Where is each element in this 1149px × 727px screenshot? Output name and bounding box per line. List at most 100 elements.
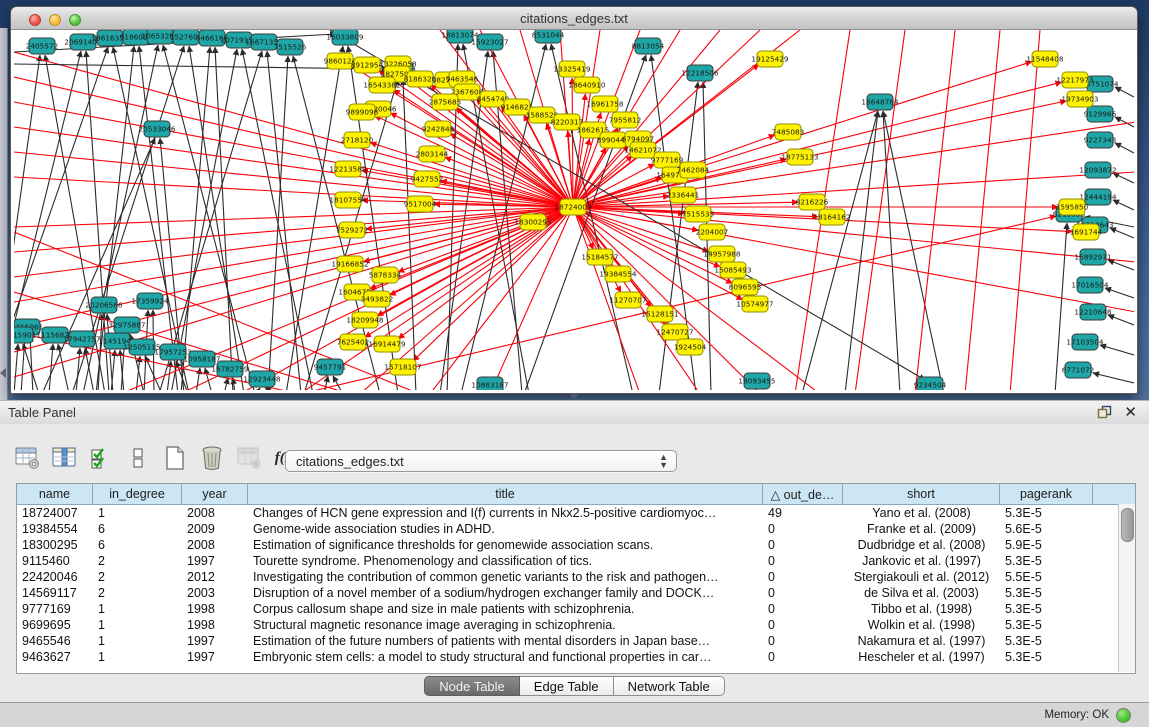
citation-edge-black[interactable]	[215, 47, 233, 390]
graph-node[interactable]: 18640910	[568, 77, 605, 93]
table-cell[interactable]: 5.3E-5	[1000, 649, 1093, 665]
table-row[interactable]: 1830029562008Estimation of significance …	[17, 537, 1135, 553]
graph-node[interactable]: 1691744	[1070, 224, 1103, 240]
graph-node[interactable]: 19734903	[1061, 91, 1098, 107]
table-cell[interactable]: 1997	[182, 633, 248, 649]
table-cell[interactable]: Estimation of the future numbers of pati…	[248, 633, 763, 649]
graph-node[interactable]: 7529272	[336, 222, 369, 238]
table-row[interactable]: 2242004622012Investigating the contribut…	[17, 569, 1135, 585]
graph-node[interactable]: 20206566	[85, 297, 122, 313]
table-cell[interactable]: Tourette syndrome. Phenomenology and cla…	[248, 553, 763, 569]
table-cell[interactable]: 18300295	[17, 537, 93, 553]
table-options-icon[interactable]	[14, 445, 40, 471]
select-all-columns-icon[interactable]	[88, 445, 114, 471]
table-cell[interactable]: Corpus callosum shape and size in male p…	[248, 601, 763, 617]
graph-node[interactable]: 7462084	[677, 162, 710, 178]
graph-node[interactable]: 18164162	[813, 209, 850, 225]
split-pane-handle-icon[interactable]	[569, 394, 579, 399]
graph-node[interactable]: 15892971	[1074, 249, 1111, 265]
table-cell[interactable]: 1	[93, 601, 182, 617]
table-row[interactable]: 977716911998Corpus callosum shape and si…	[17, 601, 1135, 617]
table-row[interactable]: 969969511998Structural magnetic resonanc…	[17, 617, 1135, 633]
vertical-scrollbar[interactable]	[1118, 504, 1135, 672]
graph-node[interactable]: 7485083	[772, 124, 805, 140]
table-cell[interactable]: 2	[93, 569, 182, 585]
graph-node[interactable]: 13325419	[553, 61, 590, 77]
table-selector-combobox[interactable]: citations_edges.txt ▲▼	[285, 450, 677, 472]
show-columns-icon[interactable]	[51, 445, 77, 471]
citation-edge-red[interactable]	[391, 113, 573, 207]
citation-edge-red[interactable]	[14, 127, 573, 207]
graph-node[interactable]: 15085493	[714, 262, 751, 278]
column-header-out_de[interactable]: △ out_de…	[763, 484, 843, 504]
graph-node[interactable]: 16033809	[326, 30, 363, 45]
citation-edge-red[interactable]	[1010, 30, 1040, 390]
graph-node[interactable]: 2336441	[667, 187, 700, 203]
graph-node[interactable]: 7625402	[337, 334, 370, 350]
table-cell[interactable]: 19384554	[17, 521, 93, 537]
graph-node[interactable]: 15184577	[581, 249, 618, 265]
column-header-in_degree[interactable]: in_degree	[93, 484, 182, 504]
table-cell[interactable]: 5.3E-5	[1000, 585, 1093, 601]
table-cell[interactable]: Estimation of significance thresholds fo…	[248, 537, 763, 553]
graph-node[interactable]: 9227343	[1084, 132, 1117, 148]
graph-node[interactable]: 2875685	[429, 94, 462, 110]
table-cell[interactable]: Genome-wide association studies in ADHD.	[248, 521, 763, 537]
graph-node[interactable]: 2803144	[416, 146, 449, 162]
table-cell[interactable]: 2012	[182, 569, 248, 585]
graph-node[interactable]: 18300295	[514, 214, 551, 230]
window-titlebar[interactable]: citations_edges.txt	[11, 7, 1137, 30]
table-cell[interactable]: 2009	[182, 521, 248, 537]
graph-node[interactable]: 9427552	[411, 171, 444, 187]
table-cell[interactable]: 6	[93, 537, 182, 553]
graph-node[interactable]: 17016504	[1071, 277, 1108, 293]
graph-node[interactable]: 2718120	[341, 132, 374, 148]
table-row[interactable]: 1938455462009Genome-wide association stu…	[17, 521, 1135, 537]
graph-node[interactable]: 17103504	[1066, 334, 1103, 350]
table-cell[interactable]: 1	[93, 649, 182, 665]
tab-node-table[interactable]: Node Table	[424, 676, 520, 696]
table-row[interactable]: 1872400712008Changes of HCN gene express…	[17, 505, 1135, 521]
scrollbar-thumb[interactable]	[1121, 508, 1134, 542]
graph-node[interactable]: 9234504	[914, 377, 947, 390]
table-cell[interactable]: Tibbo et al. (1998)	[843, 601, 1000, 617]
table-cell[interactable]: 5.3E-5	[1000, 601, 1093, 617]
citation-edge-black[interactable]	[224, 378, 228, 390]
citation-edge-black[interactable]	[49, 344, 53, 390]
column-header-name[interactable]: name	[17, 484, 93, 504]
graph-node[interactable]: 16914479	[368, 336, 405, 352]
table-cell[interactable]: 5.5E-5	[1000, 569, 1093, 585]
graph-node[interactable]: 8813054	[632, 38, 665, 54]
citation-edge-black[interactable]	[181, 47, 210, 390]
graph-node[interactable]: 9517004	[404, 196, 437, 212]
table-cell[interactable]: 9115460	[17, 553, 93, 569]
citation-edge-red[interactable]	[915, 30, 955, 390]
graph-node[interactable]: 3915901	[14, 327, 36, 343]
citation-edge-black[interactable]	[1113, 173, 1134, 183]
table-cell[interactable]: 2008	[182, 505, 248, 521]
table-cell[interactable]: 22420046	[17, 569, 93, 585]
table-cell[interactable]: 5.3E-5	[1000, 633, 1093, 649]
table-cell[interactable]: 5.6E-5	[1000, 521, 1093, 537]
citation-edge-black[interactable]	[1093, 373, 1134, 383]
graph-node[interactable]: 18093455	[738, 373, 775, 389]
table-cell[interactable]: 1998	[182, 617, 248, 633]
float-panel-icon[interactable]	[1097, 405, 1113, 419]
graph-node[interactable]: 12213589	[329, 161, 366, 177]
table-cell[interactable]: Embryonic stem cells: a model to study s…	[248, 649, 763, 665]
graph-node[interactable]: 9242848	[422, 121, 455, 137]
citation-edge-black[interactable]	[139, 46, 178, 390]
graph-node[interactable]: 2204007	[696, 224, 729, 240]
graph-node[interactable]: 16648784	[861, 94, 898, 110]
table-row[interactable]: 1456911722003Disruption of a novel membe…	[17, 585, 1135, 601]
graph-node[interactable]: 15718107	[384, 359, 421, 375]
table-cell[interactable]: de Silva et al. (2003)	[843, 585, 1000, 601]
table-cell[interactable]: 9699695	[17, 617, 93, 633]
table-cell[interactable]: 1997	[182, 553, 248, 569]
graph-node[interactable]: 15923027	[471, 34, 508, 50]
citation-edge-black[interactable]	[98, 314, 102, 390]
table-cell[interactable]: Disruption of a novel member of a sodium…	[248, 585, 763, 601]
tab-network-table[interactable]: Network Table	[614, 676, 725, 696]
new-table-icon[interactable]	[162, 445, 188, 471]
table-cell[interactable]: Dudbridge et al. (2008)	[843, 537, 1000, 553]
